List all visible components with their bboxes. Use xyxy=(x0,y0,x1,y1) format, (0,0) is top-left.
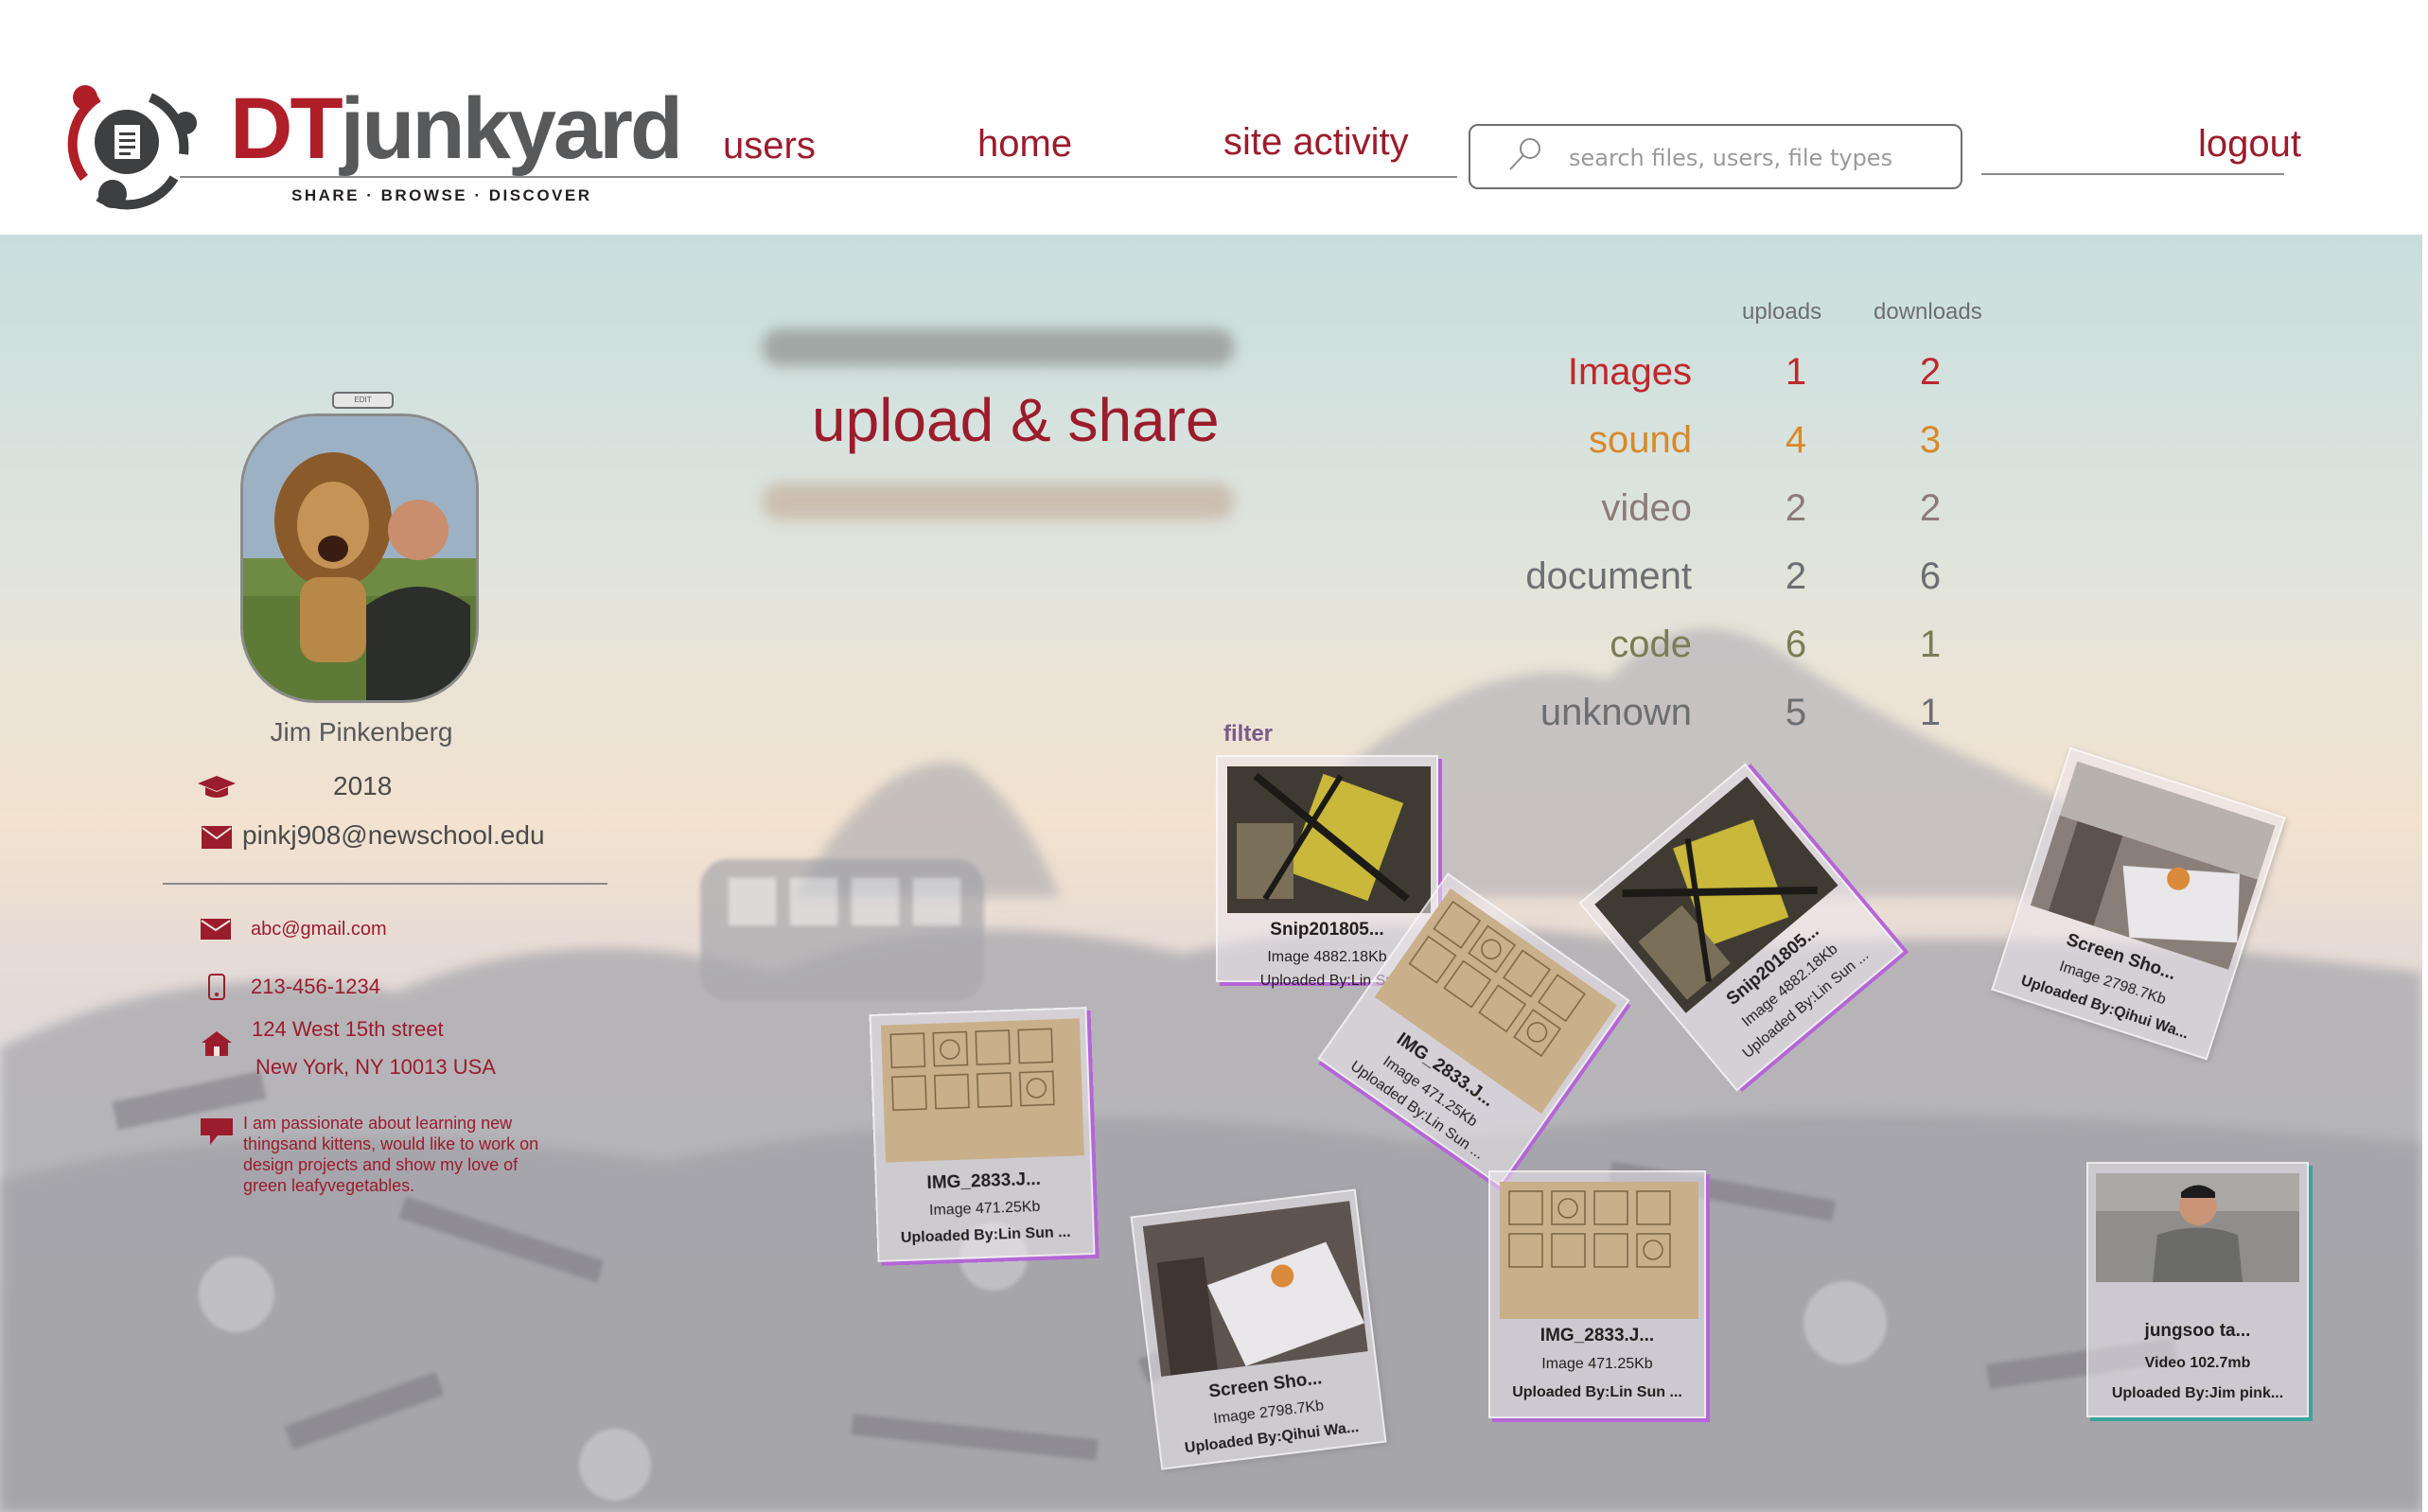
edit-profile-button[interactable]: EDIT xyxy=(332,392,394,409)
home-icon xyxy=(202,1031,232,1056)
upload-placeholder-bar xyxy=(762,328,1235,366)
phone-icon xyxy=(208,974,225,1000)
profile-bio: I am passionate about learning new thing… xyxy=(243,1114,539,1195)
upload-placeholder-bar xyxy=(762,483,1235,520)
file-card[interactable]: IMG_2833.J... Image 471.25Kb Uploaded By… xyxy=(869,1007,1096,1262)
nav-users[interactable]: users xyxy=(723,127,816,165)
stat-downloads-video: 2 xyxy=(1919,487,1942,529)
avatar xyxy=(240,413,479,703)
profile-year: 2018 xyxy=(333,771,393,800)
file-card[interactable]: jungsoo ta... Video 102.7mb Uploaded By:… xyxy=(2086,1162,2309,1417)
file-meta: Video 102.7mb xyxy=(2144,1355,2251,1371)
search-icon xyxy=(1509,138,1540,170)
contact-address-line2: New York, NY 10013 USA xyxy=(255,1055,496,1079)
logo-icon[interactable] xyxy=(61,74,202,216)
file-uploader: Uploaded By:Lin Sun ... xyxy=(1512,1384,1682,1400)
file-card[interactable]: IMG_2833.J... Image 471.25Kb Uploaded By… xyxy=(1488,1170,1706,1418)
stat-uploads-document: 2 xyxy=(1785,555,1807,597)
stat-label-sound[interactable]: sound xyxy=(1408,421,1692,459)
stats-header-uploads: uploads xyxy=(1742,299,1822,325)
file-thumbnail xyxy=(1142,1201,1368,1377)
stat-label-images[interactable]: Images xyxy=(1408,353,1692,391)
stat-label-code[interactable]: code xyxy=(1408,625,1692,663)
stat-downloads-document: 6 xyxy=(1919,555,1942,597)
contact-phone: 213-456-1234 xyxy=(251,975,381,998)
file-uploader: Uploaded By:Jim pink... xyxy=(2111,1385,2284,1401)
profile-divider xyxy=(163,883,607,885)
file-thumbnail xyxy=(880,1018,1084,1163)
stat-uploads-video: 2 xyxy=(1785,487,1807,529)
speech-bubble-icon xyxy=(201,1118,233,1145)
stat-label-video[interactable]: video xyxy=(1408,489,1692,527)
logout-underline xyxy=(1981,173,2284,175)
stat-downloads-unknown: 1 xyxy=(1919,692,1942,733)
file-meta: Image 471.25Kb xyxy=(1541,1356,1653,1372)
search-box[interactable] xyxy=(1469,124,1962,189)
nav-home[interactable]: home xyxy=(977,125,1072,163)
stat-label-unknown[interactable]: unknown xyxy=(1408,694,1692,731)
nav-underline xyxy=(180,176,1457,178)
nav-logout[interactable]: logout xyxy=(2198,125,2301,163)
file-uploader: Uploaded By:Lin Sun ... xyxy=(900,1223,1071,1247)
file-meta: Image 471.25Kb xyxy=(928,1198,1041,1219)
stats-header-downloads: downloads xyxy=(1874,299,1982,325)
stat-downloads-images: 2 xyxy=(1919,351,1942,393)
file-name: jungsoo ta... xyxy=(2144,1321,2251,1341)
avatar-photo xyxy=(243,416,476,700)
stat-uploads-sound: 4 xyxy=(1785,419,1807,461)
stat-uploads-unknown: 5 xyxy=(1785,692,1807,733)
upload-share-button[interactable]: upload & share xyxy=(812,390,1220,450)
file-name: IMG_2833.J... xyxy=(1539,1326,1655,1345)
filter-button[interactable]: filter xyxy=(1223,721,1273,747)
mail-icon xyxy=(202,826,232,849)
logo-tagline: SHARE · BROWSE · DISCOVER xyxy=(291,186,592,204)
search-input[interactable] xyxy=(1569,139,1947,177)
file-name: IMG_2833.J... xyxy=(926,1169,1042,1194)
stat-downloads-sound: 3 xyxy=(1919,419,1942,461)
profile-email[interactable]: pinkj908@newschool.edu xyxy=(242,822,545,849)
logo-dt: DT xyxy=(230,80,343,177)
file-thumbnail xyxy=(1500,1182,1698,1319)
stat-uploads-code: 6 xyxy=(1785,624,1807,665)
contact-email[interactable]: abc@gmail.com xyxy=(251,920,387,939)
logo-wordmark[interactable]: DTjunkyard xyxy=(230,85,683,172)
contact-address-line1: 124 West 15th street xyxy=(252,1017,444,1041)
graduation-cap-icon xyxy=(198,776,236,798)
site-header: DTjunkyard SHARE · BROWSE · DISCOVER use… xyxy=(0,0,2428,235)
stat-uploads-images: 1 xyxy=(1785,351,1807,393)
nav-site-activity[interactable]: site activity xyxy=(1223,123,1409,161)
mail-icon xyxy=(201,919,231,940)
file-card[interactable]: Screen Sho... Image 2798.7Kb Uploaded By… xyxy=(1130,1188,1387,1470)
profile-name: Jim Pinkenberg xyxy=(270,717,453,747)
logo-junkyard: junkyard xyxy=(340,80,683,177)
file-thumbnail xyxy=(1227,766,1431,913)
stat-label-document[interactable]: document xyxy=(1408,557,1692,595)
video-thumbnail xyxy=(2096,1173,2299,1282)
stat-downloads-code: 1 xyxy=(1919,624,1942,665)
